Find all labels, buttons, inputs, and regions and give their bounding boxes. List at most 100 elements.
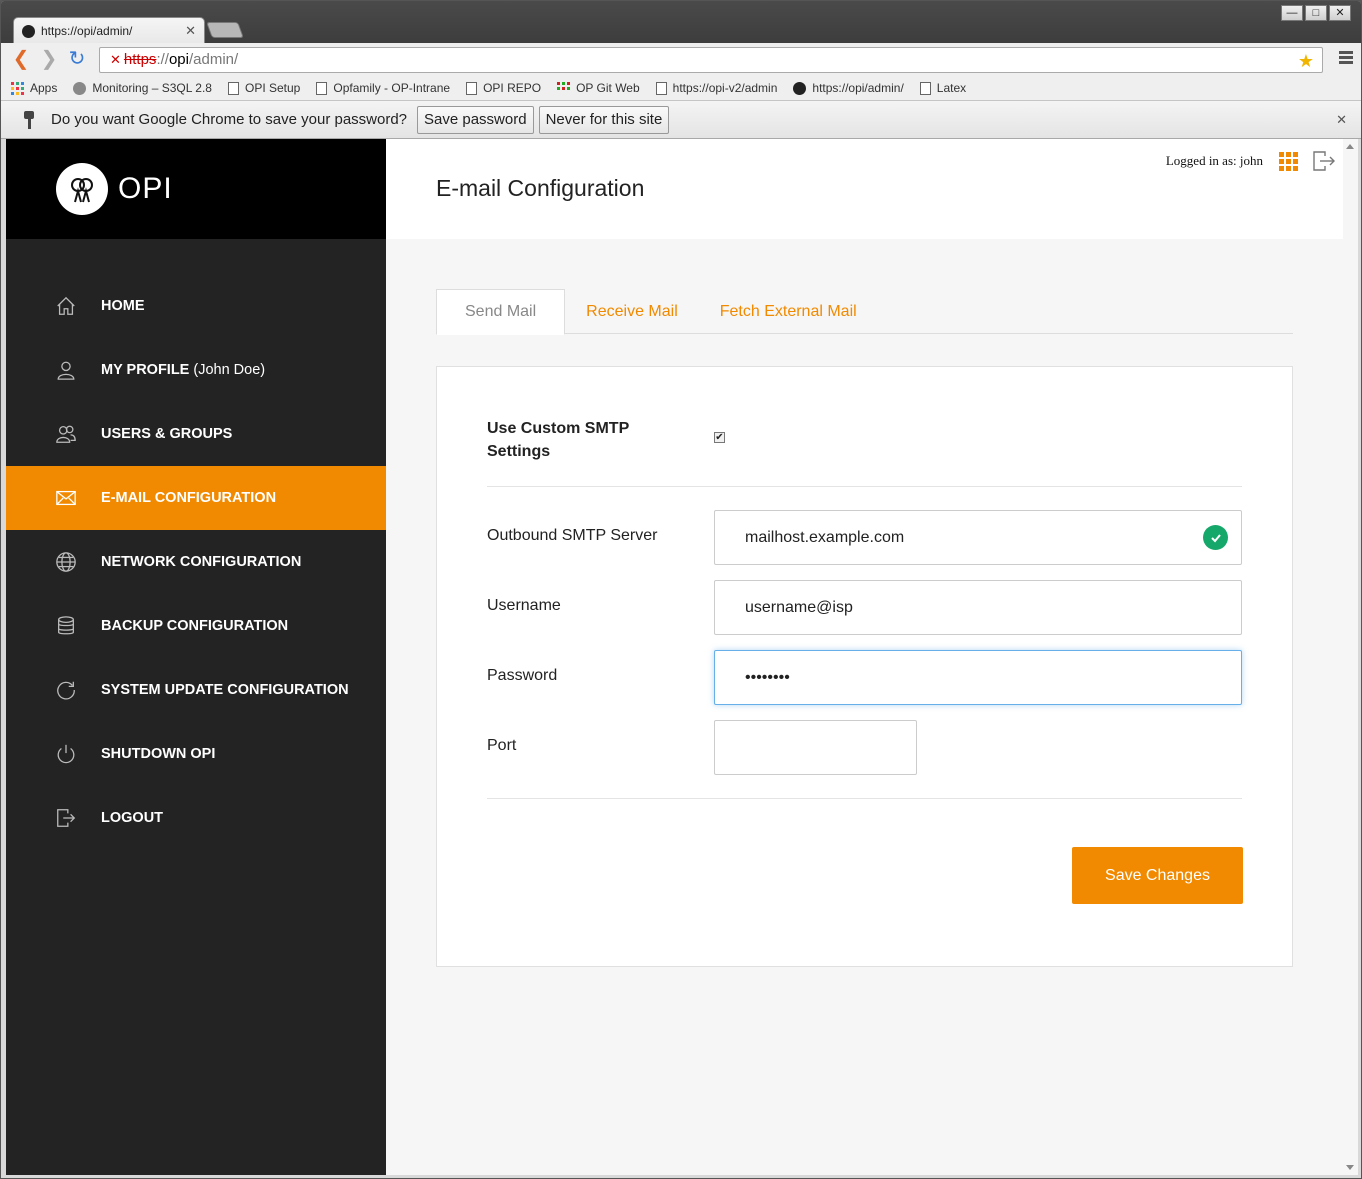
sidebar: OPI HOME MY PROFILE (John Doe) USERS & G…	[6, 139, 386, 1175]
forward-arrow-icon[interactable]: ❯	[35, 43, 63, 76]
apps-icon	[11, 81, 24, 95]
url-separator: ://	[156, 51, 169, 68]
key-icon	[23, 110, 35, 129]
insecure-lock-icon[interactable]: ✕	[110, 52, 121, 67]
page-icon	[466, 81, 478, 95]
sidebar-item-backup-configuration[interactable]: BACKUP CONFIGURATION	[6, 594, 386, 658]
close-window-button[interactable]: ✕	[1329, 5, 1351, 21]
smtp-server-input[interactable]	[714, 510, 1242, 565]
password-input[interactable]	[714, 650, 1242, 705]
chrome-menu-icon[interactable]	[1339, 51, 1353, 65]
bookmark-label: Monitoring – S3QL 2.8	[92, 81, 212, 95]
sidebar-item-label: NETWORK CONFIGURATION	[101, 554, 302, 570]
save-changes-button[interactable]: Save Changes	[1072, 847, 1243, 904]
sidebar-item-label: BACKUP CONFIGURATION	[101, 618, 289, 634]
maximize-button[interactable]: □	[1305, 5, 1327, 21]
bookmark-opi-setup[interactable]: OPI Setup	[227, 81, 301, 95]
sidebar-item-logout[interactable]: LOGOUT	[6, 786, 386, 850]
tab-close-icon[interactable]: ✕	[185, 23, 196, 39]
users-icon	[54, 422, 78, 446]
username-row: Username	[487, 580, 1242, 635]
scroll-up-arrow-icon[interactable]	[1346, 144, 1354, 149]
sidebar-item-system-update-configuration[interactable]: SYSTEM UPDATE CONFIGURATION	[6, 658, 386, 722]
check-valid-icon	[1203, 525, 1228, 550]
infobar-message: Do you want Google Chrome to save your p…	[51, 111, 408, 128]
bookmark-label: Latex	[936, 81, 967, 95]
bookmarks-bar: Apps Monitoring – S3QL 2.8 OPI Setup Opf…	[1, 76, 1361, 100]
bookmark-star-icon[interactable]: ★	[1298, 49, 1314, 73]
tab-receive-mail[interactable]: Receive Mail	[565, 289, 699, 334]
user-icon	[54, 358, 78, 382]
sidebar-item-my-profile[interactable]: MY PROFILE (John Doe)	[6, 338, 386, 402]
email-config-tabs: Send Mail Receive Mail Fetch External Ma…	[436, 289, 1293, 335]
tab-title: https://opi/admin/	[41, 24, 133, 38]
sidebar-item-shutdown-opi[interactable]: SHUTDOWN OPI	[6, 722, 386, 786]
bookmark-opi-v2[interactable]: https://opi-v2/admin	[655, 81, 778, 95]
page-icon	[227, 81, 239, 95]
url-path: /admin/	[188, 51, 239, 68]
tab-send-mail[interactable]: Send Mail	[436, 289, 566, 335]
form-divider	[487, 798, 1242, 799]
bookmark-op-git-web[interactable]: OP Git Web	[557, 81, 640, 95]
username-input[interactable]	[714, 580, 1242, 635]
minimize-button[interactable]: —	[1281, 5, 1303, 21]
password-row: Password	[487, 650, 1242, 705]
bookmark-latex[interactable]: Latex	[919, 81, 967, 95]
username-label: Username	[487, 597, 561, 614]
scroll-down-arrow-icon[interactable]	[1346, 1165, 1354, 1170]
bookmark-label: OPI REPO	[483, 81, 542, 95]
bookmark-opfamily[interactable]: Opfamily - OP-Intrane	[316, 81, 450, 95]
browser-window: https://opi/admin/ ✕ — □ ✕ ❮ ❯ ↻ ✕ https:…	[0, 0, 1362, 1179]
opi-logo-icon	[56, 163, 108, 215]
reload-icon[interactable]: ↻	[63, 43, 91, 76]
page-header: E-mail Configuration Logged in as: john	[386, 139, 1343, 239]
bookmark-label: Apps	[30, 81, 58, 95]
sidebar-item-home[interactable]: HOME	[6, 274, 386, 338]
logout-icon	[54, 806, 78, 830]
infobar-close-icon[interactable]: ✕	[1336, 112, 1347, 128]
back-arrow-icon[interactable]: ❮	[7, 43, 35, 76]
port-row: Port	[487, 720, 1242, 775]
git-icon	[557, 81, 571, 95]
brand-name: OPI	[118, 172, 173, 205]
port-input[interactable]	[714, 720, 917, 775]
port-label: Port	[487, 737, 517, 754]
bookmark-monitoring[interactable]: Monitoring – S3QL 2.8	[73, 81, 212, 95]
sidebar-item-users-groups[interactable]: USERS & GROUPS	[6, 402, 386, 466]
send-mail-panel: Use Custom SMTP Settings ✔ Outbound SMTP…	[436, 366, 1293, 967]
tab-fetch-external-mail[interactable]: Fetch External Mail	[699, 289, 878, 334]
page-scrollbar[interactable]	[1343, 139, 1358, 1175]
url-host: opi	[168, 51, 189, 68]
sidebar-item-sublabel: (John Doe)	[193, 362, 266, 378]
save-password-button[interactable]: Save password	[417, 105, 534, 134]
sidebar-nav: HOME MY PROFILE (John Doe) USERS & GROUP…	[6, 274, 386, 850]
new-tab-button[interactable]	[206, 22, 244, 38]
logout-header-icon[interactable]	[1312, 150, 1336, 172]
bookmark-opi-repo[interactable]: OPI REPO	[466, 81, 541, 95]
custom-smtp-checkbox[interactable]: ✔	[714, 432, 725, 443]
refresh-icon	[54, 678, 78, 702]
sidebar-item-email-configuration[interactable]: E-MAIL CONFIGURATION	[6, 466, 386, 530]
power-icon	[54, 742, 78, 766]
bookmark-label: OPI Setup	[244, 81, 301, 95]
bookmark-apps[interactable]: Apps	[11, 81, 57, 95]
address-bar[interactable]: ✕ https://opi/admin/ ★	[99, 47, 1323, 73]
sidebar-item-network-configuration[interactable]: NETWORK CONFIGURATION	[6, 530, 386, 594]
bookmark-label: https://opi-v2/admin	[672, 81, 778, 95]
apps-grid-icon[interactable]	[1279, 152, 1298, 171]
brand: OPI	[6, 139, 386, 239]
opi-icon	[793, 81, 807, 95]
never-for-this-site-button[interactable]: Never for this site	[538, 105, 670, 134]
sidebar-item-label: USERS & GROUPS	[101, 426, 233, 442]
bookmark-opi-admin[interactable]: https://opi/admin/	[793, 81, 904, 95]
monitoring-icon	[73, 81, 87, 95]
logged-in-user: Logged in as: john	[1165, 153, 1263, 168]
sidebar-item-label: E-MAIL CONFIGURATION	[101, 490, 277, 506]
sidebar-item-label: SHUTDOWN OPI	[101, 746, 216, 762]
bookmark-label: OP Git Web	[576, 81, 640, 95]
page-title: E-mail Configuration	[436, 175, 645, 201]
globe-icon	[54, 550, 78, 574]
sidebar-item-label: HOME	[101, 298, 145, 314]
page-icon	[919, 81, 931, 95]
browser-tab[interactable]: https://opi/admin/ ✕	[13, 17, 205, 44]
